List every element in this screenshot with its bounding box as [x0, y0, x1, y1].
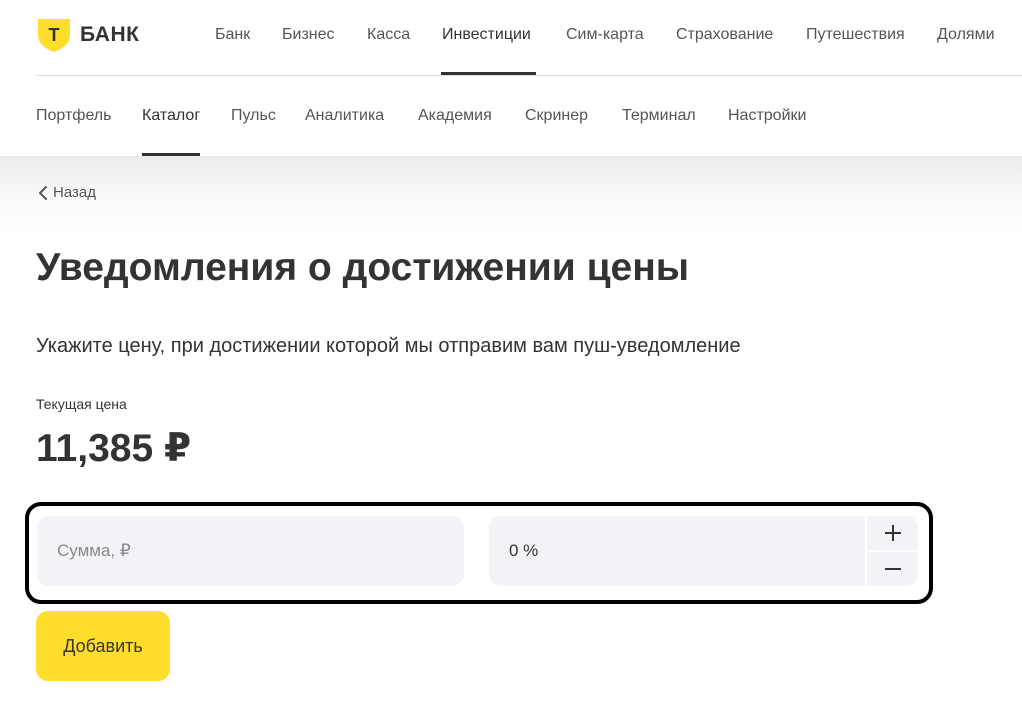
back-label: Назад	[53, 184, 96, 201]
sub-nav-terminal[interactable]: Терминал	[622, 107, 696, 125]
increment-button[interactable]	[867, 516, 918, 550]
sub-nav-screener[interactable]: Скринер	[525, 107, 588, 125]
sub-nav-catalog[interactable]: Каталог	[142, 107, 200, 125]
top-nav-travel[interactable]: Путешествия	[806, 26, 905, 44]
page-title: Уведомления о достижении цены	[36, 246, 690, 289]
sub-nav-academy[interactable]: Академия	[418, 107, 492, 125]
current-price-label: Текущая цена	[36, 396, 127, 412]
header-background	[0, 156, 1022, 232]
sub-nav-settings[interactable]: Настройки	[728, 107, 806, 125]
sub-nav: Портфель Каталог Пульс Аналитика Академи…	[0, 76, 1022, 156]
sub-nav-analytics[interactable]: Аналитика	[305, 107, 384, 125]
top-nav-sim-card[interactable]: Сим-карта	[566, 26, 644, 44]
sum-input[interactable]	[37, 516, 464, 586]
top-nav-insurance[interactable]: Страхование	[676, 26, 773, 44]
minus-icon	[884, 568, 901, 570]
page-subtitle: Укажите цену, при достижении которой мы …	[36, 335, 741, 357]
bank-logo[interactable]: T БАНК	[36, 17, 139, 53]
logo-shield-icon: T	[38, 19, 70, 52]
add-button[interactable]: Добавить	[36, 611, 170, 681]
sub-nav-portfolio[interactable]: Портфель	[36, 107, 111, 125]
top-nav-business[interactable]: Бизнес	[282, 26, 335, 44]
top-bar: T БАНК Банк Бизнес Касса Инвестиции Сим-…	[0, 0, 1022, 76]
plus-icon	[884, 525, 901, 541]
chevron-left-icon	[39, 185, 47, 200]
decrement-button[interactable]	[867, 552, 918, 586]
logo-text: БАНК	[80, 23, 140, 46]
logo-letter: T	[49, 25, 60, 45]
percent-field[interactable]: 0 %	[489, 516, 865, 586]
top-nav-bank[interactable]: Банк	[215, 26, 250, 44]
top-nav-installments[interactable]: Долями	[937, 26, 995, 44]
sub-nav-pulse[interactable]: Пульс	[231, 107, 276, 125]
top-nav-investments[interactable]: Инвестиции	[442, 26, 531, 44]
back-link[interactable]: Назад	[38, 184, 96, 201]
percent-value: 0 %	[509, 541, 539, 560]
top-nav-kassa[interactable]: Касса	[367, 26, 410, 44]
current-price-value: 11,385 ₽	[36, 427, 192, 470]
